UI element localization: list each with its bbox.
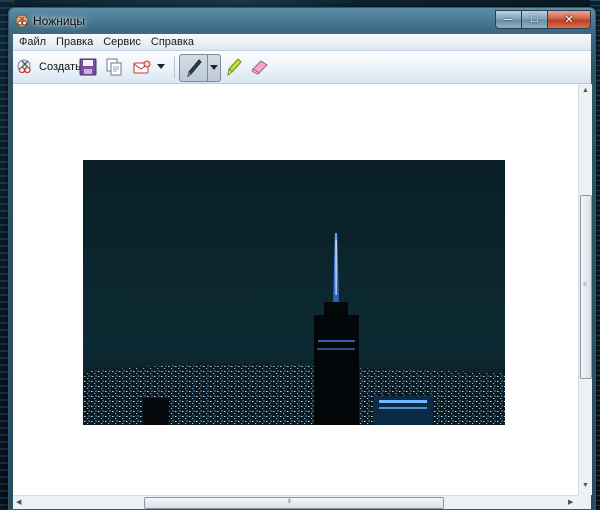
send-email-button[interactable]	[131, 56, 153, 78]
close-icon: ✕	[564, 14, 574, 26]
toolbar-separator	[174, 56, 175, 78]
snip-canvas[interactable]	[13, 84, 578, 495]
send-dropdown-button[interactable]	[154, 56, 168, 78]
copy-icon	[106, 58, 122, 76]
vertical-scrollbar[interactable]: ▲ ≡ ▼	[578, 84, 592, 495]
title-bar[interactable]: Ножницы — ☐ ✕	[9, 8, 595, 34]
highlighter-icon	[227, 58, 242, 77]
send-email-icon	[133, 60, 151, 74]
toolbar: Создать	[13, 51, 591, 84]
snipping-tool-window: Ножницы — ☐ ✕ Файл Правка Сервис Справка	[8, 7, 596, 510]
close-button[interactable]: ✕	[548, 10, 591, 29]
new-snip-label: Создать	[39, 61, 81, 73]
vertical-grip-icon: ≡	[583, 282, 587, 288]
maximize-button[interactable]: ☐	[522, 10, 548, 29]
horizontal-scroll-thumb[interactable]: ⦀	[144, 497, 444, 509]
client-area: Файл Правка Сервис Справка Создать ▲ ≡ ▼…	[13, 34, 592, 509]
window-title: Ножницы	[33, 14, 86, 28]
minimize-button[interactable]: —	[495, 10, 522, 29]
eraser-icon	[251, 60, 268, 75]
horizontal-grip-icon: ⦀	[288, 499, 291, 505]
scrollbar-corner	[578, 495, 591, 509]
menu-help[interactable]: Справка	[146, 34, 199, 50]
menu-bar: Файл Правка Сервис Справка	[13, 34, 591, 51]
captured-image	[83, 160, 505, 425]
new-snip-icon	[17, 59, 31, 74]
dropdown-arrow-icon	[157, 64, 165, 69]
eraser-button[interactable]	[249, 56, 271, 78]
vertical-scroll-thumb[interactable]: ≡	[580, 195, 592, 379]
scroll-left-arrow-icon[interactable]: ◀	[16, 499, 21, 507]
save-icon	[79, 58, 97, 76]
scissors-app-icon	[15, 14, 29, 28]
scroll-right-arrow-icon[interactable]: ▶	[568, 499, 573, 507]
menu-file[interactable]: Файл	[13, 34, 51, 50]
save-button[interactable]	[77, 56, 99, 78]
scroll-up-arrow-icon[interactable]: ▲	[582, 87, 589, 95]
scroll-down-arrow-icon[interactable]: ▼	[582, 482, 589, 490]
highlighter-button[interactable]	[223, 56, 245, 78]
copy-button[interactable]	[103, 56, 125, 78]
pen-dropdown-arrow-icon[interactable]	[210, 65, 218, 71]
menu-tools[interactable]: Сервис	[98, 34, 146, 50]
menu-edit[interactable]: Правка	[51, 34, 98, 50]
pen-split-divider	[207, 55, 208, 81]
minimize-icon: —	[504, 15, 513, 24]
pen-icon	[187, 59, 202, 78]
maximize-icon: ☐	[530, 14, 539, 25]
pen-tool-group[interactable]	[179, 54, 221, 82]
new-snip-button[interactable]: Создать	[16, 56, 81, 78]
caption-buttons: — ☐ ✕	[495, 10, 591, 29]
